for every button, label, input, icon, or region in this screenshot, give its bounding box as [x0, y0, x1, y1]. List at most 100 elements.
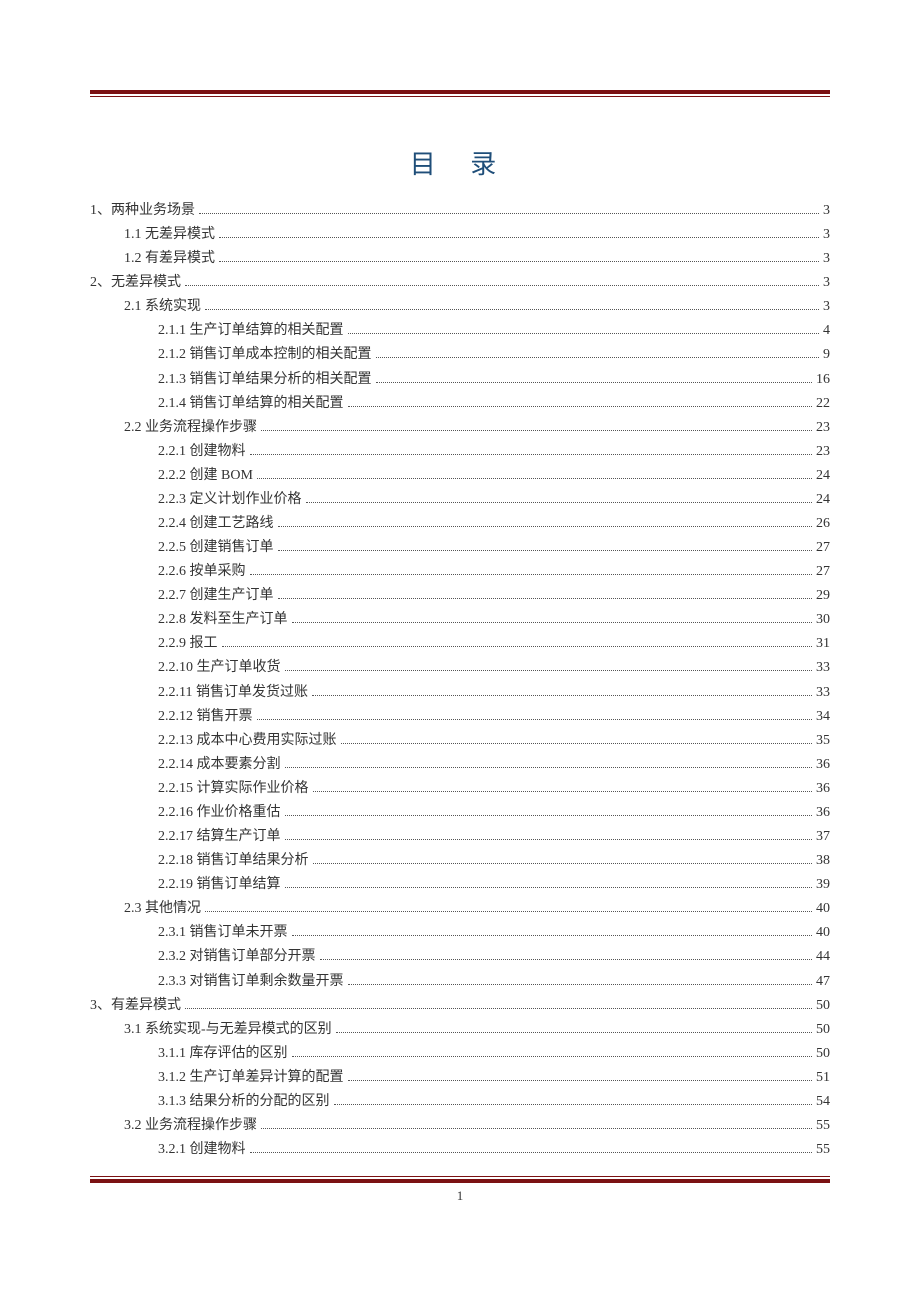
toc-entry[interactable]: 2、无差异模式3 [90, 271, 830, 295]
toc-entry[interactable]: 2.2.17 结算生产订单 37 [90, 825, 830, 849]
toc-entry[interactable]: 2.3.2 对销售订单部分开票44 [90, 945, 830, 969]
toc-entry[interactable]: 1.2 有差异模式3 [90, 247, 830, 271]
toc-entry[interactable]: 2.2.11 销售订单发货过账33 [90, 681, 830, 705]
toc-leader-dots [278, 513, 813, 527]
toc-entry[interactable]: 2.2.6 按单采购 27 [90, 560, 830, 584]
toc-entry-label: 3.1.3 结果分析的分配的区别 [158, 1090, 330, 1114]
toc-leader-dots [292, 923, 813, 937]
toc-entry[interactable]: 2.2.1 创建物料23 [90, 440, 830, 464]
toc-entry[interactable]: 2.3.3 对销售订单剩余数量开票47 [90, 970, 830, 994]
toc-entry[interactable]: 2.2.10 生产订单收货33 [90, 656, 830, 680]
toc-leader-dots [348, 971, 813, 985]
toc-entry-page: 36 [816, 777, 830, 801]
toc-entry[interactable]: 2.2.19 销售订单结算39 [90, 873, 830, 897]
toc-entry[interactable]: 2.2.4 创建工艺路线26 [90, 512, 830, 536]
toc-entry[interactable]: 2.2.3 定义计划作业价格24 [90, 488, 830, 512]
toc-entry[interactable]: 1、两种业务场景3 [90, 199, 830, 223]
toc-entry[interactable]: 3.2 业务流程操作步骤55 [90, 1114, 830, 1138]
toc-entry[interactable]: 2.1.4 销售订单结算的相关配置22 [90, 392, 830, 416]
toc-entry-label: 2.2.17 结算生产订单 [158, 825, 281, 849]
toc-entry-page: 50 [816, 994, 830, 1018]
toc-entry-label: 2.2.9 报工 [158, 632, 218, 656]
toc-leader-dots [222, 634, 813, 648]
toc-entry[interactable]: 3.1.3 结果分析的分配的区别 54 [90, 1090, 830, 1114]
toc-leader-dots [257, 465, 812, 479]
toc-entry-label: 2.2.12 销售开票 [158, 705, 253, 729]
toc-entry-label: 3.1.1 库存评估的区别 [158, 1042, 288, 1066]
toc-entry[interactable]: 3.1.2 生产订单差异计算的配置 51 [90, 1066, 830, 1090]
toc-leader-dots [205, 297, 819, 311]
toc-entry[interactable]: 2.2.7 创建生产订单29 [90, 584, 830, 608]
toc-entry-page: 54 [816, 1090, 830, 1114]
toc-entry[interactable]: 2.2.14 成本要素分割36 [90, 753, 830, 777]
toc-leader-dots [261, 1115, 812, 1129]
toc-entry[interactable]: 2.2.9 报工31 [90, 632, 830, 656]
toc-entry-label: 2.2.11 销售订单发货过账 [158, 681, 308, 705]
toc-leader-dots [285, 802, 813, 816]
toc-entry[interactable]: 2.2.15 计算实际作业价格36 [90, 777, 830, 801]
toc-entry[interactable]: 3.1.1 库存评估的区别50 [90, 1042, 830, 1066]
toc-leader-dots [219, 249, 819, 263]
toc-entry[interactable]: 2.2.13 成本中心费用实际过账 35 [90, 729, 830, 753]
toc-entry-label: 2.2.5 创建销售订单 [158, 536, 274, 560]
document-page: 目 录 1、两种业务场景31.1 无差异模式31.2 有差异模式32、无差异模式… [0, 0, 920, 1244]
toc-entry[interactable]: 2.2.2 创建 BOM24 [90, 464, 830, 488]
toc-leader-dots [257, 706, 813, 720]
toc-entry[interactable]: 2.1 系统实现3 [90, 295, 830, 319]
toc-entry[interactable]: 2.2.18 销售订单结果分析38 [90, 849, 830, 873]
toc-entry[interactable]: 2.3 其他情况40 [90, 897, 830, 921]
toc-leader-dots [199, 200, 819, 214]
toc-entry[interactable]: 3.2.1 创建物料55 [90, 1138, 830, 1162]
toc-entry[interactable]: 2.1.2 销售订单成本控制的相关配置9 [90, 343, 830, 367]
toc-entry[interactable]: 2.3.1 销售订单未开票40 [90, 921, 830, 945]
toc-entry-page: 27 [816, 536, 830, 560]
toc-entry-label: 1.2 有差异模式 [124, 247, 215, 271]
toc-entry[interactable]: 2.2.8 发料至生产订单30 [90, 608, 830, 632]
toc-entry-page: 26 [816, 512, 830, 536]
toc-entry-label: 3.1 系统实现-与无差异模式的区别 [124, 1018, 332, 1042]
toc-entry[interactable]: 3.1 系统实现-与无差异模式的区别50 [90, 1018, 830, 1042]
toc-leader-dots [278, 538, 813, 552]
toc-entry[interactable]: 2.1.3 销售订单结果分析的相关配置 16 [90, 368, 830, 392]
toc-entry-page: 24 [816, 488, 830, 512]
toc-entry[interactable]: 2.2.5 创建销售订单 27 [90, 536, 830, 560]
toc-leader-dots [348, 1067, 813, 1081]
toc-entry-label: 3.1.2 生产订单差异计算的配置 [158, 1066, 344, 1090]
toc-entry[interactable]: 2.1.1 生产订单结算的相关配置4 [90, 319, 830, 343]
toc-entry-label: 2.2.13 成本中心费用实际过账 [158, 729, 337, 753]
toc-entry-page: 36 [816, 753, 830, 777]
toc-entry[interactable]: 2.2 业务流程操作步骤23 [90, 416, 830, 440]
toc-entry-page: 27 [816, 560, 830, 584]
toc-entry[interactable]: 3、有差异模式50 [90, 994, 830, 1018]
toc-entry-page: 16 [816, 368, 830, 392]
toc-leader-dots [185, 273, 819, 287]
toc-entry[interactable]: 2.2.12 销售开票34 [90, 705, 830, 729]
toc-leader-dots [261, 417, 812, 431]
toc-leader-dots [250, 562, 813, 576]
footer-rule [90, 1176, 830, 1184]
toc-entry-page: 35 [816, 729, 830, 753]
toc-entry-page: 29 [816, 584, 830, 608]
footer-section: 1 [90, 1176, 830, 1204]
toc-entry-page: 51 [816, 1066, 830, 1090]
toc-leader-dots [376, 369, 813, 383]
table-of-contents: 1、两种业务场景31.1 无差异模式31.2 有差异模式32、无差异模式32.1… [90, 199, 830, 1162]
toc-entry-label: 2.2.6 按单采购 [158, 560, 246, 584]
toc-entry-label: 2.2.18 销售订单结果分析 [158, 849, 309, 873]
toc-entry-label: 2、无差异模式 [90, 271, 181, 295]
toc-entry-page: 23 [816, 440, 830, 464]
toc-title: 目 录 [90, 144, 830, 181]
toc-entry-label: 2.3.2 对销售订单部分开票 [158, 945, 316, 969]
toc-leader-dots [313, 778, 813, 792]
toc-entry-label: 2.1.4 销售订单结算的相关配置 [158, 392, 344, 416]
toc-entry-label: 2.3 其他情况 [124, 897, 201, 921]
toc-entry-label: 2.3.3 对销售订单剩余数量开票 [158, 970, 344, 994]
toc-entry[interactable]: 1.1 无差异模式3 [90, 223, 830, 247]
toc-entry[interactable]: 2.2.16 作业价格重估36 [90, 801, 830, 825]
toc-leader-dots [219, 224, 819, 238]
toc-entry-label: 2.2.8 发料至生产订单 [158, 608, 288, 632]
toc-entry-label: 2.1.1 生产订单结算的相关配置 [158, 319, 344, 343]
toc-entry-label: 2.1.3 销售订单结果分析的相关配置 [158, 368, 372, 392]
toc-entry-page: 37 [816, 825, 830, 849]
toc-leader-dots [292, 1043, 813, 1057]
